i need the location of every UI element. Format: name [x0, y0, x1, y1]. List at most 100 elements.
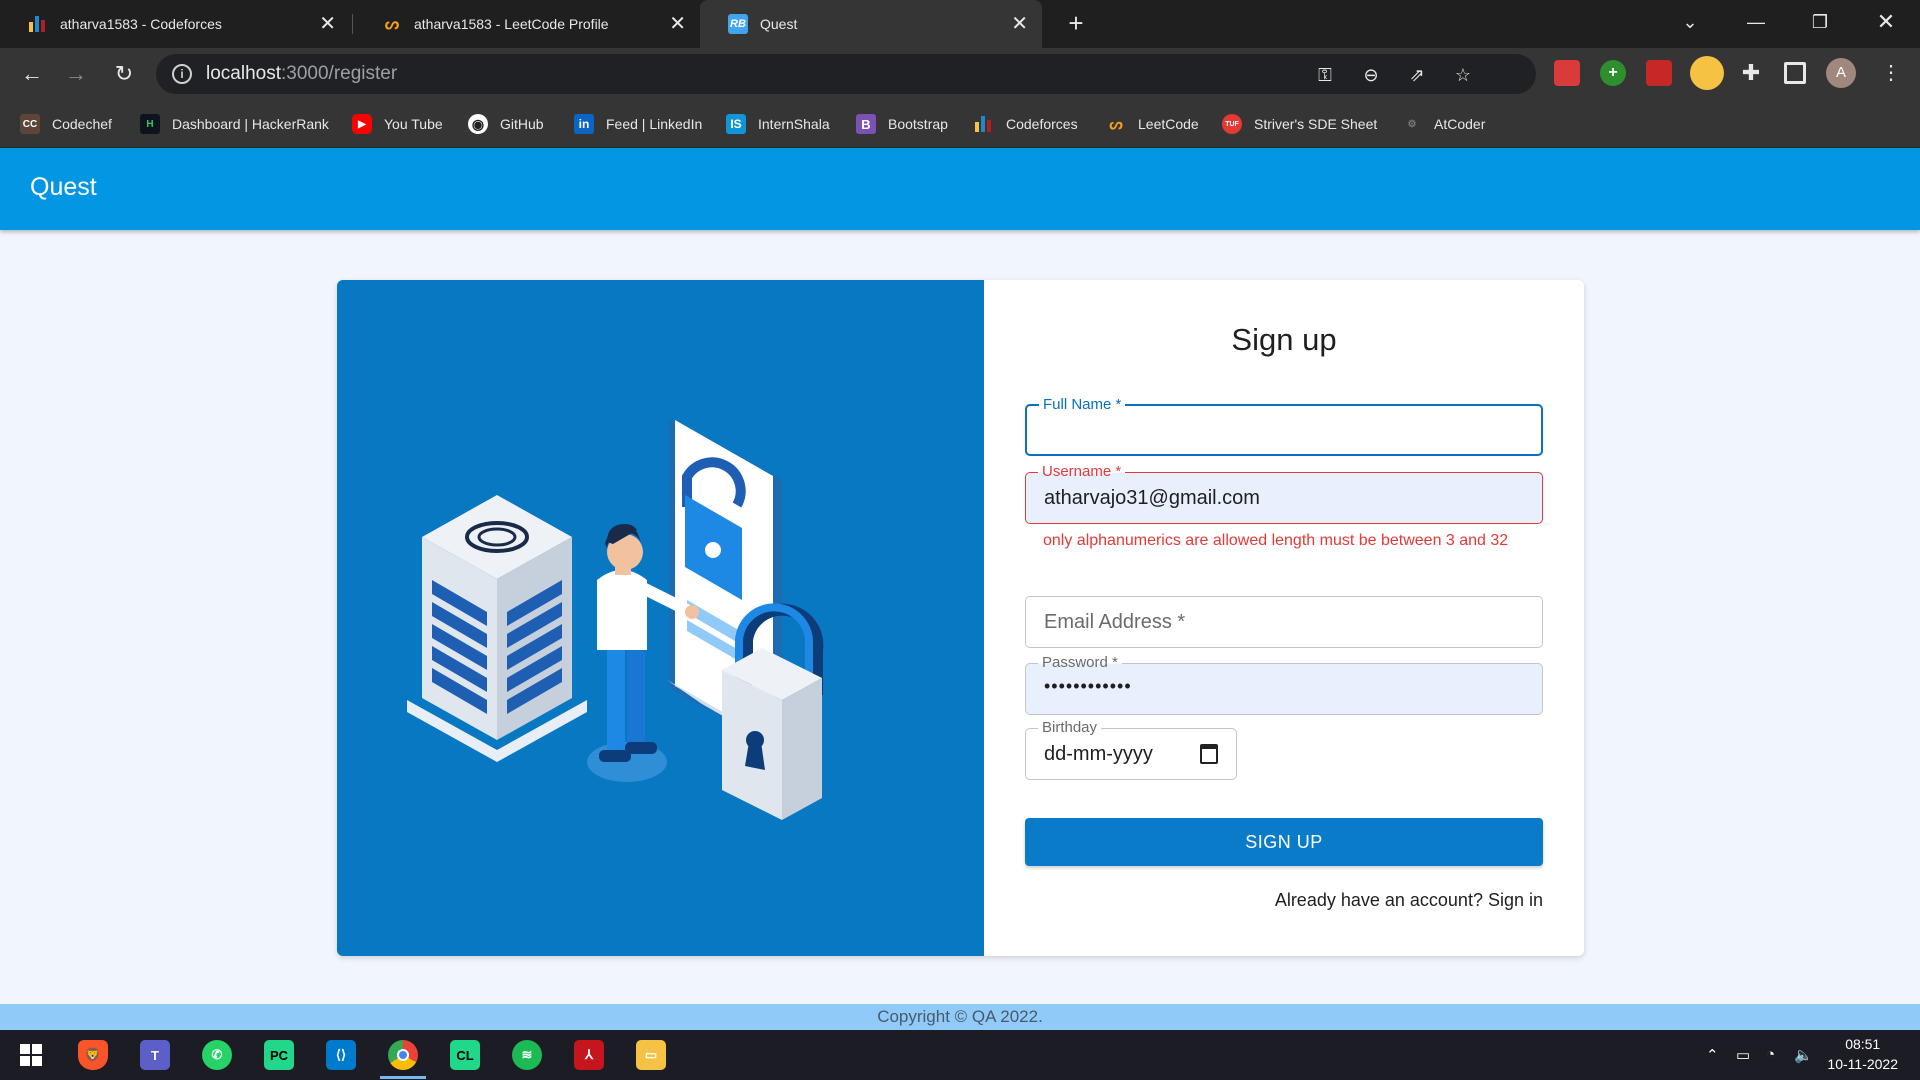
bookmark-label: Bootstrap [888, 116, 948, 132]
vscode-icon[interactable]: ⟨⟩ [326, 1040, 356, 1070]
bookmark-label: Dashboard | HackerRank [172, 116, 329, 132]
username-label: Username * [1038, 463, 1126, 480]
key-icon[interactable]: ⚿ [1314, 64, 1336, 86]
bookmark-atcoder[interactable]: ⚙ AtCoder [1402, 112, 1486, 136]
username-error-text: only alphanumerics are allowed length mu… [1043, 532, 1509, 549]
browser-toolbar: ← → ↻ i localhost:3000/register ⚿ ⊖ ⇗ ☆ … [0, 48, 1920, 100]
password-field[interactable]: Password * •••••••••••• [1025, 654, 1543, 715]
windows-start-icon[interactable] [16, 1040, 46, 1070]
bookmark-label: GitHub [500, 116, 544, 132]
show-hidden-icons-icon[interactable]: ⌃ [1706, 1046, 1719, 1064]
clock-time: 08:51 [1845, 1036, 1881, 1052]
server-illustration [407, 495, 587, 762]
bookmark-leetcode[interactable]: ᔕ LeetCode [1106, 112, 1199, 136]
extensions-puzzle-icon[interactable]: ✚ [1738, 60, 1764, 86]
youtube-icon: ▶ [352, 114, 372, 134]
site-info-icon[interactable]: i [172, 64, 192, 84]
clion-icon[interactable]: CL [450, 1040, 480, 1070]
page-footer: Copyright © QA 2022. [0, 1004, 1920, 1030]
react-bootstrap-icon: RB [728, 14, 748, 34]
browser-menu-icon[interactable]: ⋮ [1878, 60, 1904, 86]
username-value: atharvajo31@gmail.com [1044, 487, 1260, 509]
signup-form: Sign up Full Name * Username * atharvajo… [984, 280, 1584, 956]
restore-button[interactable]: ❐ [1792, 0, 1848, 44]
address-bar[interactable]: i localhost:3000/register ⚿ ⊖ ⇗ ☆ [156, 54, 1536, 94]
browser-tab-strip: atharva1583 - Codeforces ✕ ᔕ atharva1583… [0, 0, 1920, 48]
tab-title: atharva1583 - Codeforces [60, 16, 222, 32]
file-explorer-icon[interactable]: ▭ [636, 1040, 666, 1070]
brave-icon[interactable]: 🦁 [78, 1040, 108, 1070]
birthday-field[interactable]: Birthday dd-mm-yyyy [1025, 719, 1237, 780]
extension-add-icon[interactable]: + [1600, 60, 1626, 86]
extension-icon[interactable] [1690, 56, 1724, 90]
codechef-icon: CC [20, 114, 40, 134]
bookmark-label: Codechef [52, 116, 112, 132]
back-button[interactable]: ← [16, 58, 48, 90]
tab-title: atharva1583 - LeetCode Profile [414, 16, 609, 32]
bookmark-hackerrank[interactable]: H Dashboard | HackerRank [140, 112, 329, 136]
bookmark-label: LeetCode [1138, 116, 1199, 132]
side-panel-icon[interactable] [1784, 62, 1806, 84]
email-field[interactable]: Email Address * [1025, 596, 1543, 648]
url-path: :3000/register [281, 63, 398, 84]
close-icon[interactable]: ✕ [669, 14, 686, 34]
bookmark-github[interactable]: ◉ GitHub [468, 112, 544, 136]
tab-leetcode[interactable]: ᔕ atharva1583 - LeetCode Profile ✕ [354, 0, 700, 48]
tab-quest[interactable]: RB Quest ✕ [700, 0, 1042, 48]
hackerrank-icon: H [140, 114, 160, 134]
bookmark-label: Striver's SDE Sheet [1254, 116, 1378, 132]
full-name-field[interactable]: Full Name * [1025, 396, 1543, 456]
wifi-icon[interactable]: ◔ [1766, 1046, 1775, 1063]
calendar-icon[interactable] [1200, 744, 1218, 764]
sign-in-link[interactable]: Already have an account? Sign in [1275, 890, 1543, 911]
bootstrap-icon: B [856, 114, 876, 134]
password-value: •••••••••••• [1044, 676, 1132, 696]
birthday-label: Birthday [1038, 719, 1102, 736]
spotify-icon[interactable]: ≋ [512, 1040, 542, 1070]
email-placeholder: Email Address * [1044, 611, 1186, 633]
atcoder-icon: ⚙ [1407, 118, 1417, 130]
active-app-indicator [380, 1076, 426, 1079]
bookmark-bootstrap[interactable]: B Bootstrap [856, 112, 948, 136]
bookmark-internshala[interactable]: IS InternShala [726, 112, 830, 136]
tab-search-icon[interactable]: ⌄ [1662, 0, 1718, 44]
volume-icon[interactable]: 🔈 [1794, 1046, 1813, 1064]
form-heading: Sign up [1231, 322, 1337, 357]
acrobat-icon[interactable]: ⅄ [574, 1040, 604, 1070]
bookmark-star-icon[interactable]: ☆ [1452, 64, 1474, 86]
extension-icon[interactable] [1646, 60, 1672, 86]
zoom-icon[interactable]: ⊖ [1360, 64, 1382, 86]
share-icon[interactable]: ⇗ [1406, 64, 1428, 86]
username-field[interactable]: Username * atharvajo31@gmail.com [1025, 463, 1543, 524]
copyright-text: Copyright © QA 2022. [877, 1007, 1043, 1026]
pycharm-icon[interactable]: PC [264, 1040, 294, 1070]
bookmark-youtube[interactable]: ▶ You Tube [352, 112, 443, 136]
chrome-icon[interactable] [388, 1040, 418, 1070]
forward-button[interactable]: → [60, 58, 92, 90]
birthday-value: dd-mm-yyyy [1044, 743, 1153, 765]
bookmark-codechef[interactable]: CC Codechef [20, 112, 112, 136]
system-clock[interactable]: 08:51 10-11-2022 [1827, 1034, 1898, 1074]
bookmark-codeforces[interactable]: Codeforces [974, 112, 1078, 136]
extension-icon[interactable] [1554, 60, 1580, 86]
security-illustration [337, 280, 984, 956]
reload-button[interactable]: ↻ [108, 58, 140, 90]
close-icon[interactable]: ✕ [319, 14, 336, 34]
tab-title: Quest [760, 16, 798, 32]
profile-avatar[interactable]: A [1826, 58, 1856, 88]
new-tab-button[interactable]: + [1060, 8, 1092, 40]
battery-icon[interactable]: ▭ [1736, 1046, 1750, 1064]
tab-codeforces[interactable]: atharva1583 - Codeforces ✕ [0, 0, 350, 48]
app-title[interactable]: Quest [30, 173, 97, 202]
bookmark-linkedin[interactable]: in Feed | LinkedIn [574, 112, 702, 136]
close-window-button[interactable]: ✕ [1858, 0, 1914, 44]
tuf-icon: TUF [1222, 114, 1242, 134]
url-text: localhost:3000/register [206, 63, 397, 85]
minimize-button[interactable]: — [1728, 0, 1784, 44]
full-name-label: Full Name * [1039, 396, 1126, 413]
whatsapp-icon[interactable]: ✆ [202, 1040, 232, 1070]
teams-icon[interactable]: T [140, 1040, 170, 1070]
bookmark-striver-sde-sheet[interactable]: TUF Striver's SDE Sheet [1222, 112, 1377, 136]
sign-up-button[interactable]: SIGN UP [1025, 818, 1543, 866]
close-icon[interactable]: ✕ [1011, 14, 1028, 34]
